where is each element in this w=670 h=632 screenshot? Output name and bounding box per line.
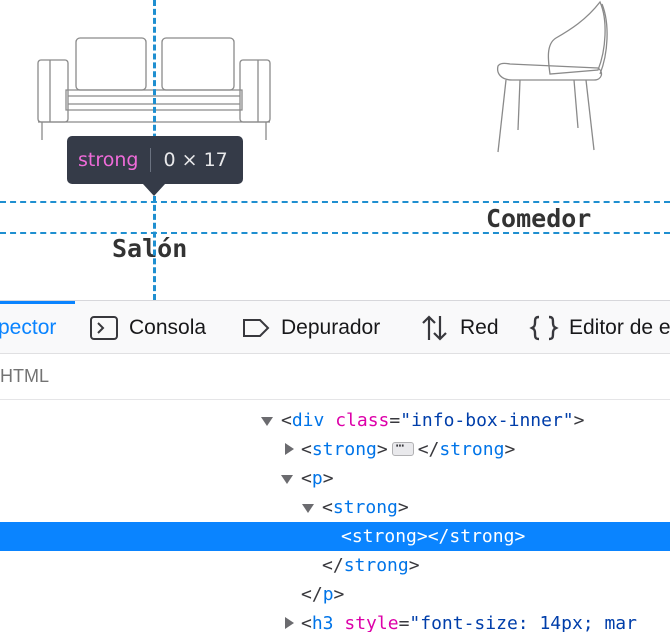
- highlighter-infobar: strong 0 × 17: [67, 136, 243, 184]
- tag-end-close: >: [504, 439, 516, 460]
- markup-node-text: </strong>: [322, 555, 420, 576]
- tag-end-name: strong: [343, 555, 409, 576]
- tag-name: strong: [351, 526, 417, 547]
- markup-node-h3[interactable]: <h3 style="font-size: 14px; mar: [0, 609, 670, 632]
- collapse-arrow-icon[interactable]: [281, 475, 293, 484]
- tag-name: strong: [332, 497, 398, 518]
- tag-end-close: >: [408, 555, 420, 576]
- attr-name[interactable]: class: [335, 410, 389, 431]
- tag-open: <: [322, 497, 333, 518]
- tag-close: >: [416, 526, 428, 547]
- markup-node-strong-collapsed[interactable]: <strong></strong>: [0, 435, 670, 464]
- tab-style-editor[interactable]: Editor de e: [529, 301, 670, 353]
- markup-view[interactable]: — ― — <div class="info-box-inner"> <stro…: [0, 400, 670, 632]
- markup-node-text: <h3 style="font-size: 14px; mar: [301, 613, 637, 632]
- chair-image: [496, 0, 608, 153]
- markup-node-text: </p>: [301, 584, 344, 605]
- console-icon: [90, 316, 118, 340]
- tab-network[interactable]: Red: [420, 301, 499, 353]
- tag-name: strong: [311, 439, 377, 460]
- expand-arrow-icon[interactable]: [285, 617, 294, 629]
- markup-node-text: <strong>: [322, 497, 409, 518]
- style-editor-icon: [529, 315, 559, 341]
- markup-node-text: <p>: [301, 468, 334, 489]
- infobar-separator: [150, 148, 152, 172]
- markup-node-strong-selected[interactable]: <strong></strong>: [0, 522, 670, 551]
- tab-style-editor-label: Editor de e: [569, 316, 670, 339]
- room-label-salon: Salón: [112, 234, 188, 263]
- tag-name: div: [291, 410, 325, 431]
- attr-value[interactable]: "info-box-inner": [400, 410, 573, 431]
- tag-end-open: </: [417, 439, 440, 460]
- room-label-comedor: Comedor: [486, 204, 592, 233]
- devtools-toolbox: pector Consola Depurador Red Editor de e…: [0, 300, 670, 632]
- breadcrumb: HTML: [0, 354, 670, 400]
- tag-close: >: [397, 497, 409, 518]
- tag-close: >: [322, 468, 334, 489]
- tag-end-name: strong: [439, 439, 505, 460]
- markup-node-text: <div class="info-box-inner">: [281, 410, 584, 431]
- tag-end-open: </: [322, 555, 344, 576]
- markup-node-text: <strong></strong>: [341, 526, 525, 547]
- tag-end-open: </: [301, 584, 323, 605]
- tag-close: >: [573, 410, 585, 431]
- attr-eq: =: [389, 410, 401, 431]
- tab-debugger-label: Depurador: [281, 316, 381, 339]
- tag-open: <: [301, 439, 312, 460]
- tab-inspector[interactable]: pector: [0, 301, 57, 353]
- tag-name: p: [311, 468, 323, 489]
- infobar-dimensions: 0 × 17: [163, 149, 228, 171]
- collapse-arrow-icon[interactable]: [261, 417, 273, 426]
- tag-open: <: [281, 410, 292, 431]
- devtools-tabbar: pector Consola Depurador Red Editor de e: [0, 300, 670, 354]
- tag-name: h3: [311, 613, 334, 632]
- tag-open: <: [301, 468, 312, 489]
- guide-line-horizontal-top: [0, 201, 670, 203]
- tag-open: <: [341, 526, 352, 547]
- tag-close: >: [376, 439, 388, 460]
- markup-node-strong-close[interactable]: </strong>: [0, 551, 670, 580]
- infobar-tag-name: strong: [78, 149, 139, 171]
- markup-node-p[interactable]: <p>: [0, 464, 670, 493]
- debugger-icon: [243, 319, 270, 337]
- markup-node-text: <strong></strong>: [301, 438, 516, 460]
- network-icon: [422, 315, 447, 341]
- markup-node-div[interactable]: <div class="info-box-inner">: [0, 406, 670, 435]
- tag-end-close: >: [514, 526, 526, 547]
- tag-end-open: </: [427, 526, 450, 547]
- tab-debugger[interactable]: Depurador: [241, 301, 381, 353]
- attr-name[interactable]: style: [344, 613, 398, 632]
- tag-open: <: [301, 613, 312, 632]
- tag-end-name: strong: [449, 526, 515, 547]
- tag-end-name: p: [322, 584, 334, 605]
- page-preview: Comedor Salón strong 0 × 17: [0, 0, 670, 300]
- breadcrumb-html[interactable]: HTML: [0, 366, 49, 387]
- expand-arrow-icon[interactable]: [285, 443, 294, 455]
- tab-console[interactable]: Consola: [89, 301, 207, 353]
- ellipsis-icon[interactable]: [391, 438, 414, 456]
- tab-network-label: Red: [460, 316, 499, 339]
- attr-eq: =: [398, 613, 410, 632]
- tab-console-label: Consola: [129, 316, 207, 339]
- markup-node-p-close[interactable]: </p>: [0, 580, 670, 609]
- attr-value[interactable]: "font-size: 14px; mar: [409, 613, 637, 632]
- infobar-arrow: [143, 184, 165, 196]
- tag-end-close: >: [333, 584, 345, 605]
- tab-inspector-label: pector: [0, 316, 57, 339]
- markup-node-strong-parent[interactable]: <strong>: [0, 493, 670, 522]
- collapse-arrow-icon[interactable]: [302, 504, 314, 513]
